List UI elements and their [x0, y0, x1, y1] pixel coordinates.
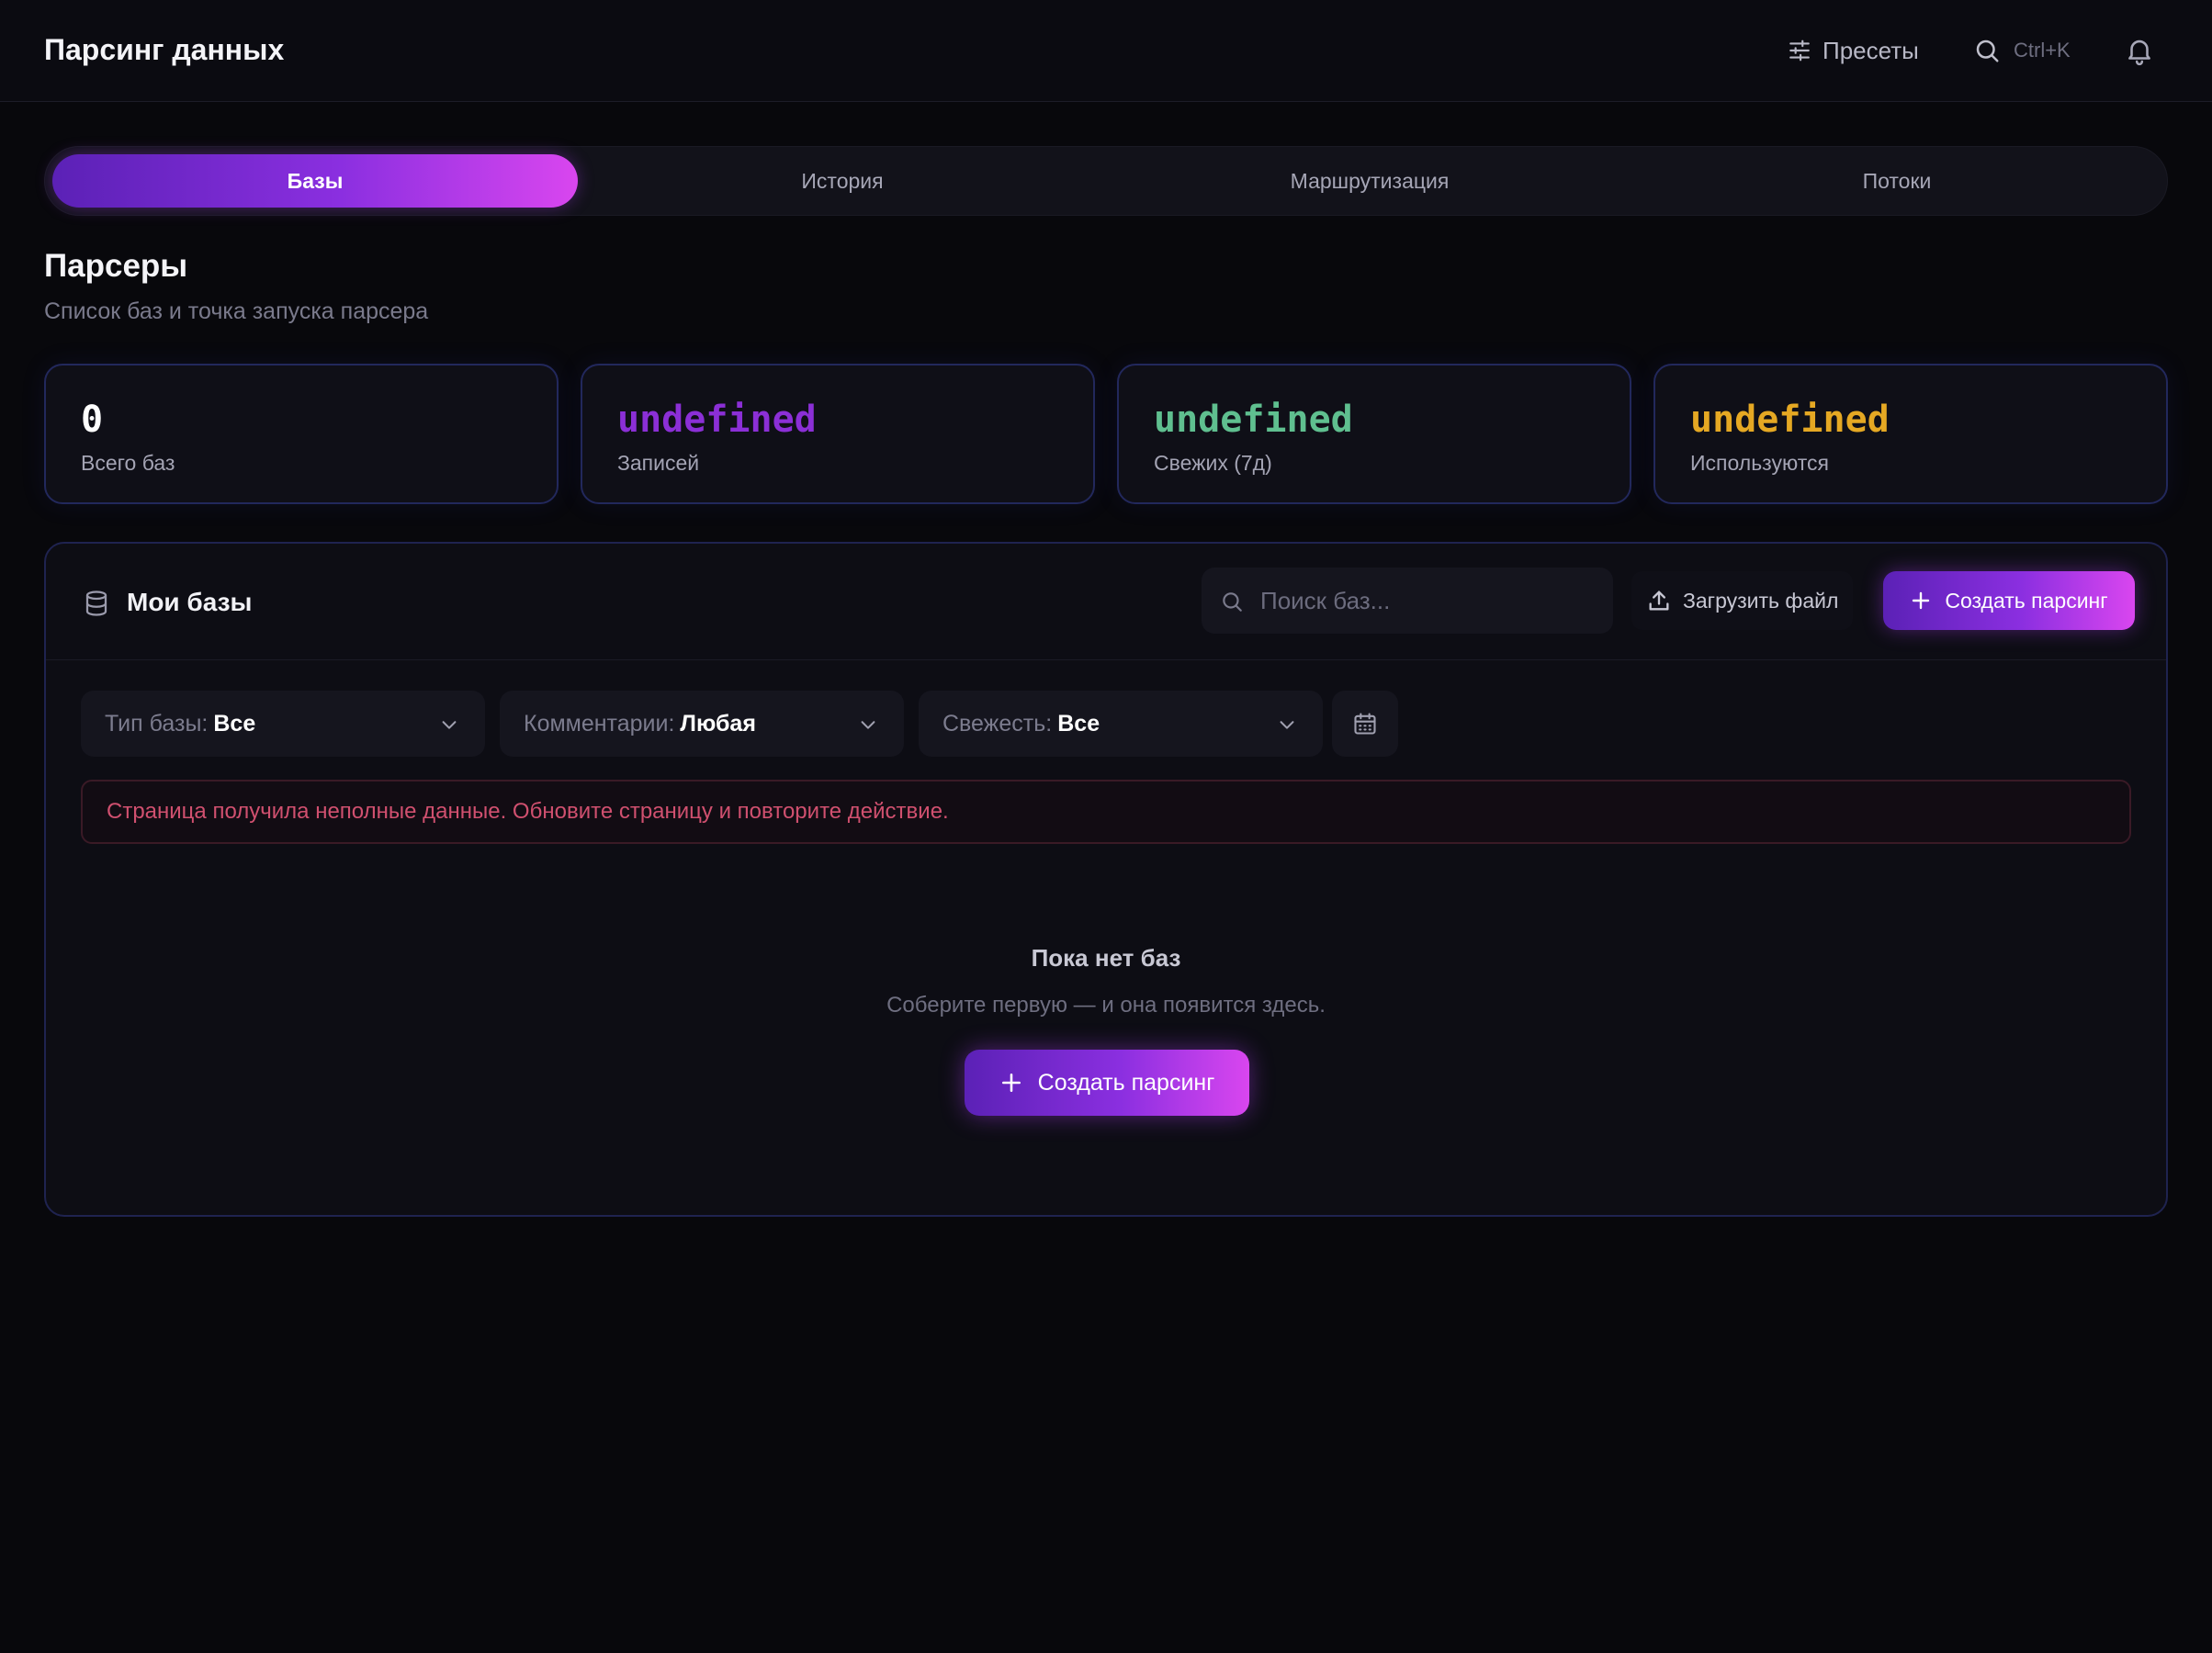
- plus-icon: [1913, 591, 1930, 610]
- tab-bar: Базы История Маршрутизация Потоки: [44, 146, 2168, 216]
- chevron-down-icon: [861, 721, 875, 729]
- create-parsing-label: Создать парсинг: [1945, 588, 2108, 613]
- error-alert-text: Страница получила неполные данные. Обнов…: [107, 799, 949, 824]
- empty-state-create-button[interactable]: Создать парсинг: [965, 1050, 1249, 1116]
- plus-icon: [1001, 1074, 1021, 1092]
- bell-icon[interactable]: [2124, 34, 2155, 67]
- filter-value: Все: [213, 710, 256, 737]
- chevron-down-icon: [1280, 721, 1294, 729]
- upload-file-button[interactable]: Загрузить файл: [1631, 571, 1854, 630]
- stat-label: Записей: [617, 451, 700, 475]
- stat-card-records: undefined Записей: [581, 364, 1095, 504]
- panel-title: Мои базы: [127, 588, 253, 616]
- stat-label: Всего баз: [81, 451, 175, 475]
- chevron-down-icon: [442, 721, 457, 729]
- calendar-icon: [1354, 713, 1376, 735]
- database-icon: [85, 590, 107, 616]
- stat-card-fresh: undefined Свежих (7д): [1117, 364, 1631, 504]
- top-header: Парсинг данных Пресеты Ctrl+K: [0, 0, 2212, 102]
- filter-label: Комментарии:: [524, 710, 675, 737]
- tab-streams[interactable]: Потоки: [1634, 154, 2160, 208]
- upload-file-label: Загрузить файл: [1683, 588, 1839, 613]
- empty-state-subtitle: Соберите первую — и она появится здесь.: [886, 993, 1326, 1018]
- filter-freshness[interactable]: Свежесть: Все: [919, 691, 1323, 757]
- create-parsing-button[interactable]: Создать парсинг: [1883, 571, 2135, 630]
- sliders-icon: [1789, 39, 1810, 62]
- app-title: Парсинг данных: [44, 33, 285, 66]
- filter-base-type[interactable]: Тип базы: Все: [81, 691, 485, 757]
- bases-search-box: [1202, 568, 1613, 634]
- stat-value: undefined: [1690, 399, 1890, 441]
- panel-header: Мои базы Загрузить файл Создать парсинг: [46, 544, 2166, 660]
- search-icon: [1976, 39, 1999, 62]
- filter-value: Все: [1057, 710, 1100, 737]
- empty-state-title: Пока нет баз: [1031, 944, 1181, 972]
- search-icon: [1223, 592, 1242, 612]
- page-subtitle: Список баз и точка запуска парсера: [44, 298, 429, 324]
- stat-card-used: undefined Используются: [1653, 364, 2168, 504]
- filter-value: Любая: [680, 710, 756, 737]
- empty-state-create-label: Создать парсинг: [1037, 1069, 1215, 1096]
- my-bases-panel: Мои базы Загрузить файл Создать парсинг …: [44, 542, 2168, 1217]
- presets-label: Пресеты: [1823, 36, 1919, 64]
- tab-bases[interactable]: Базы: [52, 154, 578, 208]
- filter-comments[interactable]: Комментарии: Любая: [500, 691, 904, 757]
- stat-value: undefined: [617, 399, 817, 441]
- presets-button[interactable]: Пресеты: [1788, 33, 1919, 68]
- filter-label: Тип базы:: [105, 710, 209, 737]
- tab-history[interactable]: История: [580, 154, 1105, 208]
- stat-label: Свежих (7д): [1154, 451, 1272, 475]
- page-title: Парсеры: [44, 248, 188, 284]
- stat-label: Используются: [1690, 451, 1829, 475]
- stat-value: undefined: [1154, 399, 1353, 441]
- bases-search-input[interactable]: [1260, 568, 1600, 634]
- error-alert: Страница получила неполные данные. Обнов…: [81, 780, 2131, 844]
- search-shortcut-hint: Ctrl+K: [2014, 39, 2071, 62]
- upload-icon: [1649, 590, 1669, 611]
- stat-value: 0: [81, 399, 104, 441]
- date-filter-button[interactable]: [1332, 691, 1398, 757]
- stat-card-total: 0 Всего баз: [44, 364, 559, 504]
- tab-routing[interactable]: Маршрутизация: [1107, 154, 1632, 208]
- global-search-button[interactable]: Ctrl+K: [1973, 33, 2071, 68]
- filter-label: Свежесть:: [942, 710, 1053, 737]
